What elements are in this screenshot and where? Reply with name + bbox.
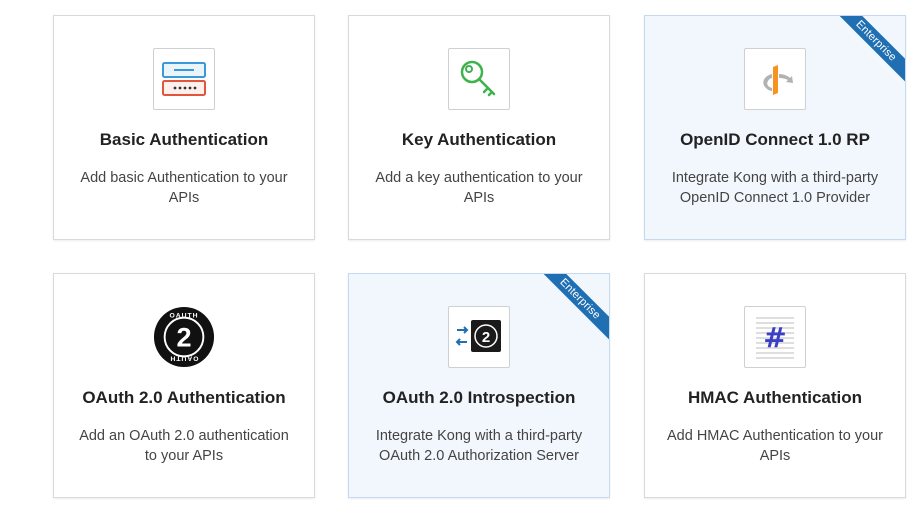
enterprise-ribbon: Enterprise: [824, 16, 905, 93]
plugin-card-oauth2-authentication[interactable]: OAUTH OAUTH 2 OAuth 2.0 Authentication A…: [53, 273, 315, 498]
badge-top-text: OAUTH: [170, 313, 199, 320]
basic-auth-form-icon: [153, 48, 215, 110]
card-title: OAuth 2.0 Introspection: [382, 388, 576, 407]
oauth2-introspection-icon: 2: [448, 306, 510, 368]
card-description: Add a key authentication to your APIs: [375, 170, 583, 206]
oauth2-badge-icon: OAUTH OAUTH 2: [153, 306, 215, 368]
plugin-card-openid-connect[interactable]: Enterprise OpenID Connect 1.0 RP Integra…: [644, 15, 906, 240]
hash-symbol: #: [763, 321, 786, 354]
plugin-card-oauth2-introspection[interactable]: Enterprise 2 OAuth 2.0 Introspection Int…: [348, 273, 610, 498]
badge-number: 2: [176, 322, 191, 353]
key-icon: [448, 48, 510, 110]
card-description: Add basic Authentication to your APIs: [80, 170, 288, 206]
plugin-card-hmac-authentication[interactable]: # HMAC Authentication Add HMAC Authentic…: [644, 273, 906, 498]
plugin-card-key-authentication[interactable]: Key Authentication Add a key authenticat…: [348, 15, 610, 240]
card-title: Key Authentication: [401, 130, 557, 149]
openid-icon: [744, 48, 806, 110]
badge-bottom-text: OAUTH: [170, 354, 199, 361]
badge-number: 2: [482, 329, 490, 346]
card-title: OAuth 2.0 Authentication: [82, 388, 286, 407]
plugin-card-basic-authentication[interactable]: Basic Authentication Add basic Authentic…: [53, 15, 315, 240]
card-title: HMAC Authentication: [687, 388, 863, 407]
hash-document-icon: #: [744, 306, 806, 368]
card-description: Add HMAC Authentication to your APIs: [666, 428, 883, 464]
card-description: Add an OAuth 2.0 authentication to your …: [79, 428, 289, 464]
enterprise-ribbon: Enterprise: [528, 274, 609, 351]
card-title: Basic Authentication: [99, 130, 269, 149]
card-description: Integrate Kong with a third-party OpenID…: [671, 170, 879, 206]
card-title: OpenID Connect 1.0 RP: [680, 130, 870, 149]
card-description: Integrate Kong with a third-party OAuth …: [375, 428, 583, 464]
